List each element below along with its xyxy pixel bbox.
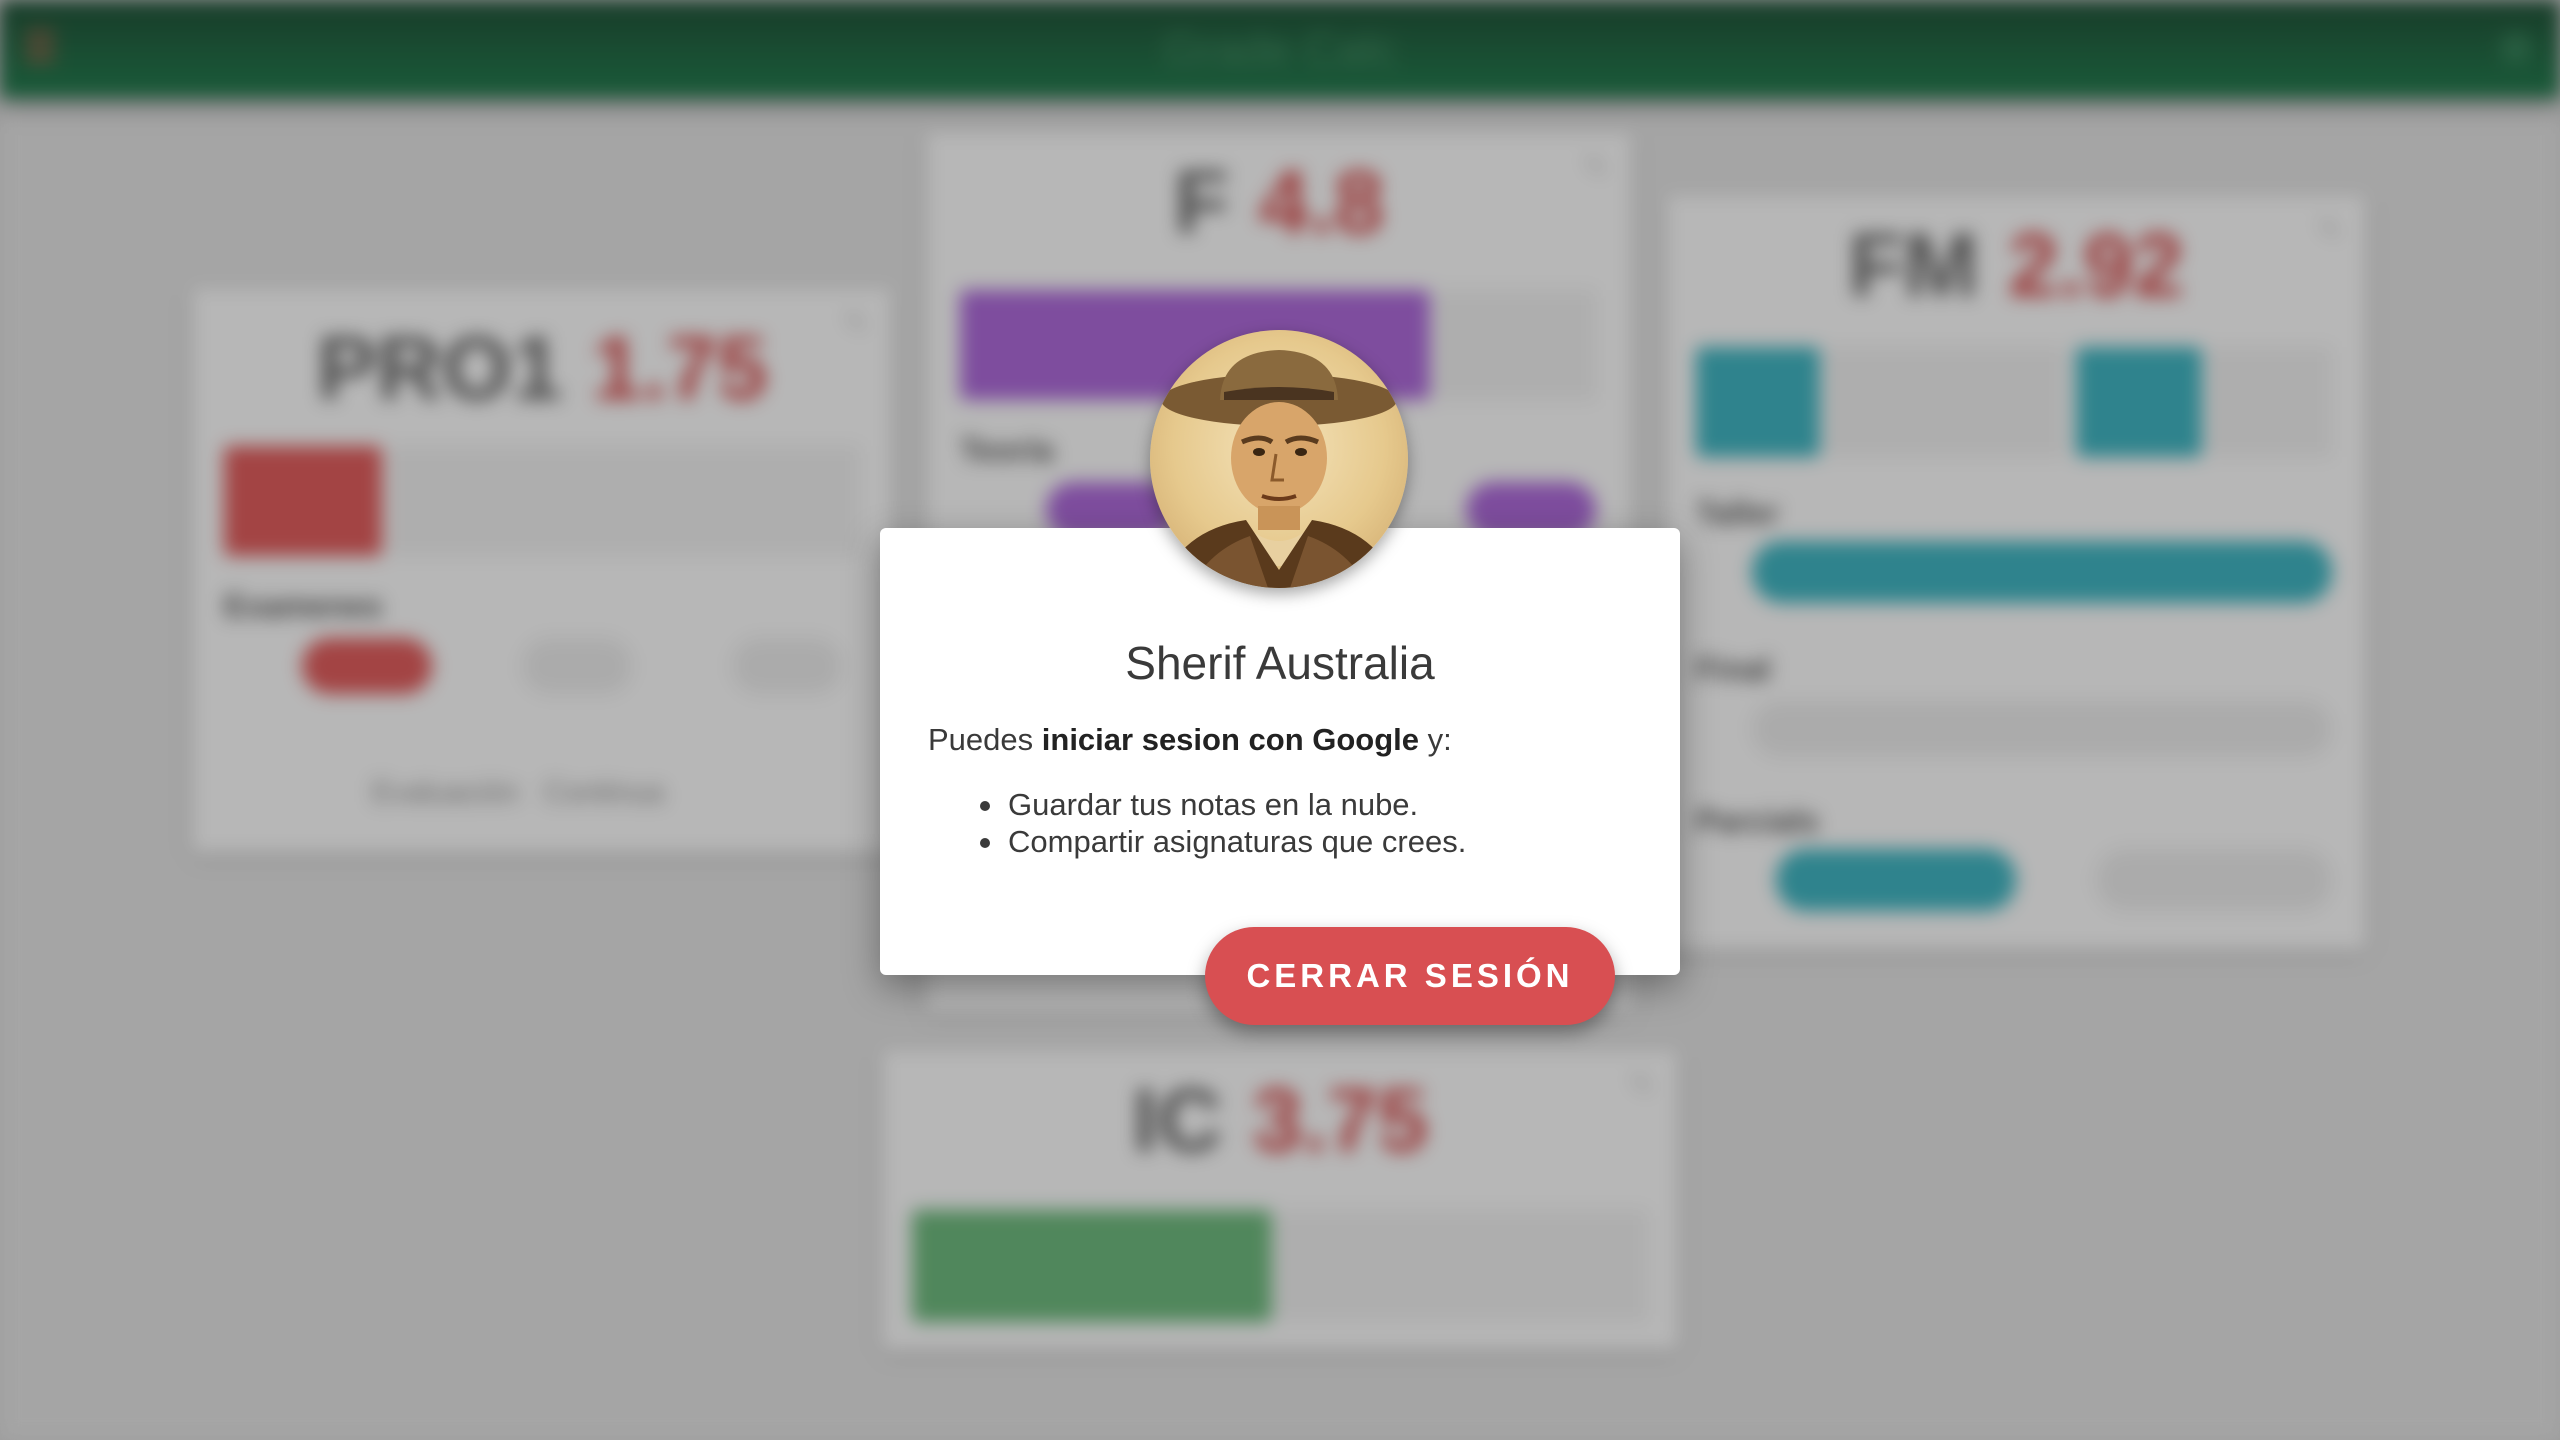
google-signin-text: iniciar sesion con Google — [1041, 722, 1420, 757]
avatar-portrait — [1160, 350, 1398, 588]
benefits-list: Guardar tus notas en la nube. Compartir … — [980, 786, 1648, 860]
user-avatar — [1150, 330, 1408, 588]
logout-button[interactable]: CERRAR SESIÓN — [1205, 927, 1615, 1025]
list-item: Guardar tus notas en la nube. — [980, 786, 1648, 823]
dialog-intro: Puedes iniciar sesion con Google y: — [928, 722, 1452, 757]
dialog-title: Sherif Australia — [1125, 637, 1435, 689]
list-item: Compartir asignaturas que crees. — [980, 823, 1648, 860]
